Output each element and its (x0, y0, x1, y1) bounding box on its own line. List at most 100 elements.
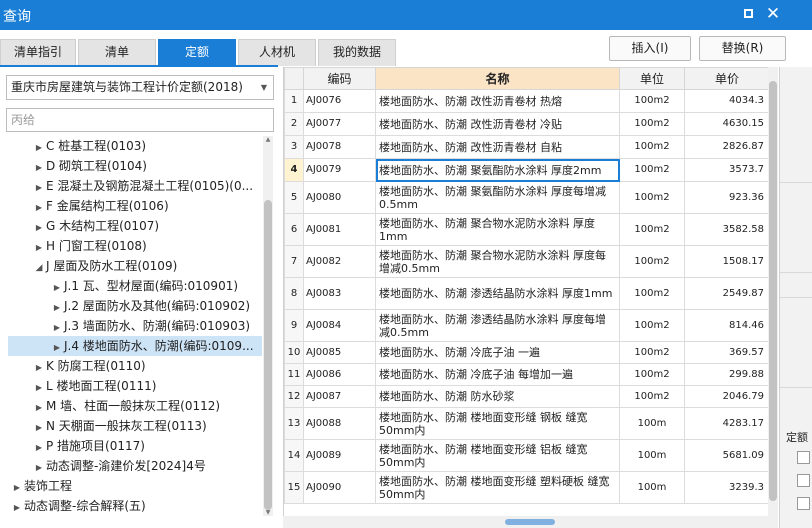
tree-node[interactable]: ▶ J.3 墙面防水、防潮(编码:010903) (50, 316, 250, 336)
table-row[interactable]: 1 AJ0076 楼地面防水、防潮 改性沥青卷材 热熔 100m2 4034.3 (284, 89, 768, 113)
table-row[interactable]: 3 AJ0078 楼地面防水、防潮 改性沥青卷材 自粘 100m2 2826.87 (284, 135, 768, 159)
tree-node[interactable]: ▶ 动态调整-综合解释(五) (10, 496, 146, 516)
cell-price[interactable]: 2046.79 (684, 385, 768, 408)
cell-name[interactable]: 楼地面防水、防潮 楼地面变形缝 铝板 缝宽50mm内 (375, 439, 620, 472)
cell-code[interactable]: AJ0081 (303, 213, 376, 246)
horizontal-scrollbar[interactable] (283, 516, 778, 528)
collapsed-caret-icon[interactable]: ▶ (32, 398, 46, 418)
cell-unit[interactable]: 100m (619, 471, 685, 504)
tree-node[interactable]: ▶ E 混凝土及钢筋混凝土工程(0105)(0... (32, 176, 253, 196)
cell-price[interactable]: 3573.7 (684, 158, 768, 182)
cell-unit[interactable]: 100m2 (619, 213, 685, 246)
tree-node[interactable]: ▶ N 天棚面一般抹灰工程(0113) (32, 416, 207, 436)
collapsed-caret-icon[interactable]: ▶ (10, 478, 24, 498)
row-number[interactable]: 2 (284, 112, 304, 136)
right-panel-checkbox[interactable] (797, 474, 810, 487)
scroll-up-icon[interactable]: ▲ (263, 136, 273, 143)
collapsed-caret-icon[interactable]: ▶ (32, 238, 46, 258)
collapsed-caret-icon[interactable]: ▶ (32, 458, 46, 478)
table-row[interactable]: 5 AJ0080 楼地面防水、防潮 聚氨酯防水涂料 厚度每增减0.5mm 100m2 9… (284, 181, 768, 214)
cell-price[interactable]: 2826.87 (684, 135, 768, 159)
quota-library-select[interactable]: 重庆市房屋建筑与装饰工程计价定额(2018) ▼ (6, 75, 274, 100)
cell-unit[interactable]: 100m2 (619, 341, 685, 364)
cell-code[interactable]: AJ0080 (303, 181, 376, 214)
close-button[interactable]: ✕ (765, 5, 781, 23)
cell-price[interactable]: 814.46 (684, 309, 768, 342)
cell-price[interactable]: 4630.15 (684, 112, 768, 136)
row-number[interactable]: 3 (284, 135, 304, 159)
cell-name[interactable]: 楼地面防水、防潮 聚合物水泥防水涂料 厚度每增减0.5mm (375, 245, 620, 278)
horizontal-scroll-thumb[interactable] (505, 519, 555, 525)
cell-code[interactable]: AJ0079 (303, 158, 376, 182)
cell-code[interactable]: AJ0087 (303, 385, 376, 408)
cell-code[interactable]: AJ0090 (303, 471, 376, 504)
table-row[interactable]: 6 AJ0081 楼地面防水、防潮 聚合物水泥防水涂料 厚度1mm 100m2 3582… (284, 213, 768, 246)
row-number[interactable]: 9 (284, 309, 304, 342)
cell-price[interactable]: 1508.17 (684, 245, 768, 278)
table-row[interactable]: 12 AJ0087 楼地面防水、防潮 防水砂浆 100m2 2046.79 (284, 385, 768, 408)
collapsed-caret-icon[interactable]: ▶ (10, 498, 24, 516)
scroll-down-icon[interactable]: ▼ (263, 509, 273, 516)
cell-code[interactable]: AJ0085 (303, 341, 376, 364)
row-number[interactable]: 11 (284, 363, 304, 386)
tree-node[interactable]: ▶ J.4 楼地面防水、防潮(编码:0109... (8, 336, 262, 356)
column-header-unit[interactable]: 单位 (619, 67, 685, 90)
cell-name[interactable]: 楼地面防水、防潮 聚合物水泥防水涂料 厚度1mm (375, 213, 620, 246)
table-row[interactable]: 10 AJ0085 楼地面防水、防潮 冷底子油 一遍 100m2 369.57 (284, 341, 768, 364)
table-scrollbar[interactable] (768, 67, 778, 517)
collapsed-caret-icon[interactable]: ▶ (32, 158, 46, 178)
cell-unit[interactable]: 100m2 (619, 112, 685, 136)
insert-button[interactable]: 插入(I) (609, 36, 691, 61)
table-row[interactable]: 13 AJ0088 楼地面防水、防潮 楼地面变形缝 钢板 缝宽50mm内 100m 42… (284, 407, 768, 440)
tab-my-data[interactable]: 我的数据 (318, 39, 396, 66)
row-number[interactable]: 4 (284, 158, 304, 182)
cell-code[interactable]: AJ0084 (303, 309, 376, 342)
cell-code[interactable]: AJ0078 (303, 135, 376, 159)
cell-price[interactable]: 5681.09 (684, 439, 768, 472)
tree-node[interactable]: ▶ F 金属结构工程(0106) (32, 196, 169, 216)
tree-node[interactable]: ▶ J.2 屋面防水及其他(编码:010902) (50, 296, 250, 316)
cell-name[interactable]: 楼地面防水、防潮 渗透结晶防水涂料 厚度每增减0.5mm (375, 309, 620, 342)
maximize-button[interactable] (740, 5, 756, 23)
tab-materials[interactable]: 人材机 (238, 39, 316, 66)
cell-name[interactable]: 楼地面防水、防潮 改性沥青卷材 自粘 (375, 135, 620, 159)
cell-unit[interactable]: 100m (619, 407, 685, 440)
tree-node[interactable]: ▶ 动态调整-渝建价发[2024]4号 (32, 456, 206, 476)
cell-unit[interactable]: 100m2 (619, 363, 685, 386)
cell-price[interactable]: 3582.58 (684, 213, 768, 246)
cell-code[interactable]: AJ0076 (303, 89, 376, 113)
collapsed-caret-icon[interactable]: ▶ (32, 358, 46, 378)
cell-name[interactable]: 楼地面防水、防潮 冷底子油 一遍 (375, 341, 620, 364)
tree-node[interactable]: ▶ G 木结构工程(0107) (32, 216, 159, 236)
tree-node[interactable]: ▶ C 桩基工程(0103) (32, 136, 146, 156)
cell-unit[interactable]: 100m2 (619, 89, 685, 113)
tree-scroll-thumb[interactable] (264, 200, 272, 510)
row-number[interactable]: 7 (284, 245, 304, 278)
cell-unit[interactable]: 100m2 (619, 385, 685, 408)
cell-price[interactable]: 2549.87 (684, 277, 768, 310)
cell-unit[interactable]: 100m (619, 439, 685, 472)
row-number[interactable]: 1 (284, 89, 304, 113)
cell-code[interactable]: AJ0077 (303, 112, 376, 136)
table-row[interactable]: 8 AJ0083 楼地面防水、防潮 渗透结晶防水涂料 厚度1mm 100m2 2549.… (284, 277, 768, 310)
tree-node[interactable]: ▶ P 措施项目(0117) (32, 436, 145, 456)
table-row[interactable]: 11 AJ0086 楼地面防水、防潮 冷底子油 每增加一遍 100m2 299.88 (284, 363, 768, 386)
tree-node[interactable]: ▶ M 墙、柱面一般抹灰工程(0112) (32, 396, 220, 416)
collapsed-caret-icon[interactable]: ▶ (32, 378, 46, 398)
cell-name[interactable]: 楼地面防水、防潮 冷底子油 每增加一遍 (375, 363, 620, 386)
tree-node[interactable]: ▶ L 楼地面工程(0111) (32, 376, 156, 396)
cell-name[interactable]: 楼地面防水、防潮 改性沥青卷材 热熔 (375, 89, 620, 113)
collapsed-caret-icon[interactable]: ▶ (50, 298, 64, 318)
cell-unit[interactable]: 100m2 (619, 277, 685, 310)
cell-name[interactable]: 楼地面防水、防潮 防水砂浆 (375, 385, 620, 408)
row-number[interactable]: 13 (284, 407, 304, 440)
cell-code[interactable]: AJ0082 (303, 245, 376, 278)
cell-name[interactable]: 楼地面防水、防潮 聚氨酯防水涂料 厚度2mm (375, 158, 620, 182)
cell-unit[interactable]: 100m2 (619, 135, 685, 159)
collapsed-caret-icon[interactable]: ▶ (50, 318, 64, 338)
tree-node[interactable]: ▶ D 砌筑工程(0104) (32, 156, 147, 176)
tab-quota[interactable]: 定额 (158, 39, 236, 66)
right-panel-checkbox[interactable] (797, 451, 810, 464)
cell-unit[interactable]: 100m2 (619, 245, 685, 278)
cell-price[interactable]: 369.57 (684, 341, 768, 364)
